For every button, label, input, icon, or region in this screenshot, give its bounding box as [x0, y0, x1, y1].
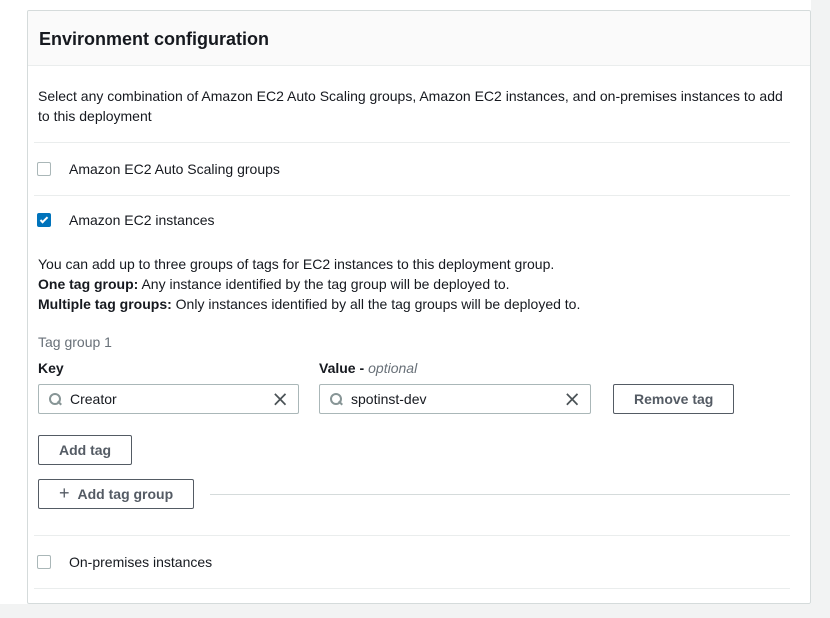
search-icon — [329, 392, 343, 406]
divider — [210, 494, 790, 495]
option-row-on-premises: On-premises instances — [28, 536, 810, 588]
add-tag-group-button[interactable]: + Add tag group — [38, 479, 194, 509]
key-input[interactable] — [70, 391, 263, 407]
page-background: Environment configuration Select any com… — [0, 0, 830, 618]
checkbox-ec2-instances[interactable] — [37, 213, 51, 227]
divider — [34, 195, 790, 196]
clear-icon[interactable]: × — [271, 392, 289, 406]
panel-description: Select any combination of Amazon EC2 Aut… — [38, 86, 788, 126]
value-input[interactable] — [351, 391, 555, 407]
value-input-box: × — [319, 384, 591, 414]
add-tag-button[interactable]: Add tag — [38, 435, 132, 465]
key-field-label: Key — [38, 360, 319, 376]
checkmark-icon — [40, 215, 48, 223]
tag-help-text: You can add up to three groups of tags f… — [38, 254, 790, 314]
checkbox-label: On-premises instances — [69, 554, 212, 570]
remove-tag-button[interactable]: Remove tag — [613, 384, 734, 414]
help-line: You can add up to three groups of tags f… — [38, 254, 790, 274]
add-tag-group-label: Add tag group — [78, 486, 174, 502]
checkbox-on-premises[interactable] — [37, 555, 51, 569]
environment-configuration-panel: Environment configuration Select any com… — [27, 10, 811, 604]
plus-icon: + — [59, 484, 70, 502]
checkbox-label: Amazon EC2 Auto Scaling groups — [69, 161, 280, 177]
option-row-auto-scaling-groups: Amazon EC2 Auto Scaling groups — [28, 143, 810, 195]
help-line: One tag group: Any instance identified b… — [38, 274, 790, 294]
divider — [34, 588, 790, 589]
optional-hint: optional — [368, 360, 417, 376]
add-tag-row: Add tag — [38, 435, 810, 465]
search-icon — [48, 392, 62, 406]
key-input-box: × — [38, 384, 299, 414]
panel-header: Environment configuration — [28, 11, 810, 66]
field-labels-row: Key Value -optional — [38, 360, 810, 376]
option-row-ec2-instances: Amazon EC2 instances — [37, 210, 810, 230]
checkbox-label: Amazon EC2 instances — [69, 212, 215, 228]
tag-inputs-row: × × Remove tag — [38, 384, 810, 414]
tag-group-title: Tag group 1 — [38, 334, 810, 350]
panel-title: Environment configuration — [39, 29, 790, 50]
clear-icon[interactable]: × — [563, 392, 581, 406]
checkbox-auto-scaling-groups[interactable] — [37, 162, 51, 176]
help-line: Multiple tag groups: Only instances iden… — [38, 294, 790, 314]
add-tag-group-row: + Add tag group — [38, 479, 790, 509]
value-field-label: Value -optional — [319, 360, 417, 376]
